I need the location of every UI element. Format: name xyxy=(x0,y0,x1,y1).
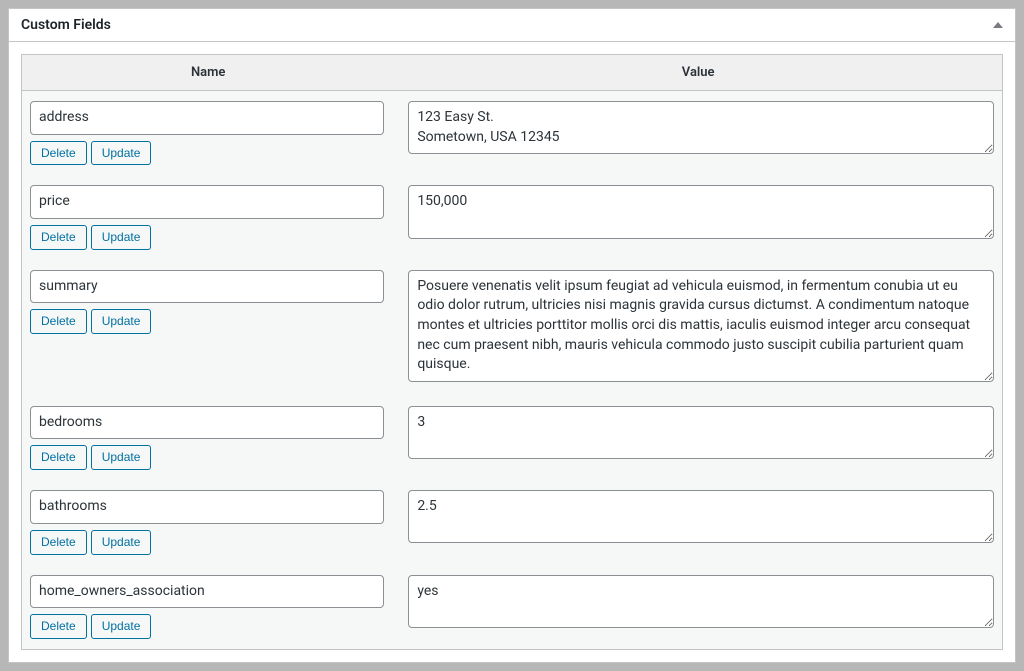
field-name-input[interactable] xyxy=(30,406,384,440)
field-name-cell: DeleteUpdate xyxy=(30,101,396,165)
field-name-cell: DeleteUpdate xyxy=(30,575,396,639)
field-row: DeleteUpdate xyxy=(22,260,1002,396)
field-button-row: DeleteUpdate xyxy=(30,309,384,334)
update-button[interactable]: Update xyxy=(91,141,152,166)
field-name-cell: DeleteUpdate xyxy=(30,270,396,334)
field-button-row: DeleteUpdate xyxy=(30,141,384,166)
field-button-row: DeleteUpdate xyxy=(30,225,384,250)
delete-button[interactable]: Delete xyxy=(30,445,87,470)
field-value-textarea[interactable] xyxy=(408,575,994,628)
field-name-input[interactable] xyxy=(30,575,384,609)
field-row: DeleteUpdate xyxy=(22,175,1002,259)
fields-container: Name Value DeleteUpdateDeleteUpdateDelet… xyxy=(21,54,1003,650)
field-row: DeleteUpdate xyxy=(22,396,1002,480)
panel-header: Custom Fields xyxy=(9,9,1015,42)
field-value-textarea[interactable] xyxy=(408,270,994,382)
column-header-value: Value xyxy=(394,55,1002,90)
column-header-name: Name xyxy=(22,55,394,90)
field-value-cell xyxy=(396,270,994,386)
field-value-cell xyxy=(396,185,994,242)
field-name-input[interactable] xyxy=(30,185,384,219)
field-value-textarea[interactable] xyxy=(408,185,994,238)
delete-button[interactable]: Delete xyxy=(30,614,87,639)
field-value-cell xyxy=(396,406,994,463)
delete-button[interactable]: Delete xyxy=(30,225,87,250)
field-button-row: DeleteUpdate xyxy=(30,530,384,555)
field-value-textarea[interactable] xyxy=(408,406,994,459)
field-value-cell xyxy=(396,101,994,158)
delete-button[interactable]: Delete xyxy=(30,309,87,334)
table-head: Name Value xyxy=(22,55,1002,91)
custom-fields-panel: Custom Fields Name Value DeleteUpdateDel… xyxy=(8,8,1016,663)
field-value-cell xyxy=(396,575,994,632)
collapse-toggle-icon[interactable] xyxy=(993,22,1003,28)
field-value-cell xyxy=(396,490,994,547)
update-button[interactable]: Update xyxy=(91,530,152,555)
delete-button[interactable]: Delete xyxy=(30,141,87,166)
panel-body: Name Value DeleteUpdateDeleteUpdateDelet… xyxy=(9,42,1015,662)
field-name-input[interactable] xyxy=(30,270,384,304)
field-name-cell: DeleteUpdate xyxy=(30,406,396,470)
field-row: DeleteUpdate xyxy=(22,565,1002,649)
update-button[interactable]: Update xyxy=(91,614,152,639)
field-name-input[interactable] xyxy=(30,101,384,135)
field-button-row: DeleteUpdate xyxy=(30,614,384,639)
panel-title: Custom Fields xyxy=(21,17,111,33)
field-value-textarea[interactable] xyxy=(408,490,994,543)
field-row: DeleteUpdate xyxy=(22,91,1002,175)
field-row: DeleteUpdate xyxy=(22,480,1002,564)
update-button[interactable]: Update xyxy=(91,445,152,470)
update-button[interactable]: Update xyxy=(91,309,152,334)
field-rows: DeleteUpdateDeleteUpdateDeleteUpdateDele… xyxy=(22,91,1002,649)
delete-button[interactable]: Delete xyxy=(30,530,87,555)
field-value-textarea[interactable] xyxy=(408,101,994,154)
update-button[interactable]: Update xyxy=(91,225,152,250)
field-name-cell: DeleteUpdate xyxy=(30,490,396,554)
field-button-row: DeleteUpdate xyxy=(30,445,384,470)
field-name-cell: DeleteUpdate xyxy=(30,185,396,249)
field-name-input[interactable] xyxy=(30,490,384,524)
